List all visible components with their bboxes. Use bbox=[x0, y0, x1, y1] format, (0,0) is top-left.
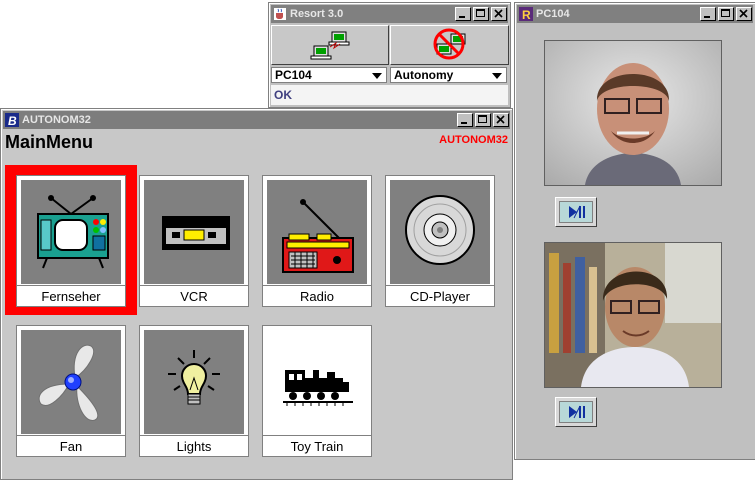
chevron-down-icon bbox=[492, 73, 502, 79]
maximize-button[interactable] bbox=[718, 7, 734, 21]
tile-vcr[interactable]: VCR bbox=[139, 175, 249, 307]
r-app-icon: R bbox=[519, 7, 533, 21]
radio-icon bbox=[267, 180, 367, 284]
java-cup-icon bbox=[273, 7, 287, 21]
tile-label: VCR bbox=[180, 289, 208, 304]
page-title: MainMenu bbox=[5, 132, 93, 152]
play-pause-button-1[interactable] bbox=[555, 197, 597, 227]
autonom-window: B AUTONOM32 MainMenu AUTONOM32 Fernseher… bbox=[0, 108, 513, 480]
window-title: PC104 bbox=[536, 8, 570, 20]
tile-label: Radio bbox=[300, 289, 334, 304]
vcr-icon bbox=[144, 180, 244, 284]
resort-titlebar[interactable]: Resort 3.0 bbox=[271, 5, 508, 23]
menu-header: MainMenu AUTONOM32 bbox=[3, 131, 510, 153]
play-pause-button-2[interactable] bbox=[555, 397, 597, 427]
maximize-button[interactable] bbox=[475, 113, 491, 127]
network-disconnect-icon bbox=[433, 28, 466, 60]
tile-cd-player[interactable]: CD-Player bbox=[385, 175, 495, 307]
close-button[interactable] bbox=[736, 7, 752, 21]
pc-select[interactable]: PC104 bbox=[271, 67, 387, 83]
tile-label: Fernseher bbox=[41, 289, 101, 304]
cd-icon bbox=[390, 180, 490, 284]
status-text: OK bbox=[271, 85, 508, 105]
minimize-button[interactable] bbox=[700, 7, 716, 21]
train-icon bbox=[267, 330, 367, 434]
tv-icon bbox=[21, 180, 121, 284]
fan-icon bbox=[21, 330, 121, 434]
app-tag: AUTONOM32 bbox=[439, 134, 508, 146]
tile-label: Toy Train bbox=[290, 439, 344, 454]
mode-select-value: Autonomy bbox=[394, 68, 454, 82]
connect-button[interactable] bbox=[271, 25, 389, 65]
mode-select[interactable]: Autonomy bbox=[390, 67, 507, 83]
lightbulb-icon bbox=[144, 330, 244, 434]
disconnect-button[interactable] bbox=[390, 25, 509, 65]
pc-select-value: PC104 bbox=[275, 68, 312, 82]
pc104-window: R PC104 bbox=[514, 2, 755, 460]
tile-fan[interactable]: Fan bbox=[16, 325, 126, 457]
pc104-titlebar[interactable]: R PC104 bbox=[517, 5, 753, 23]
maximize-button[interactable] bbox=[473, 7, 489, 21]
tile-toy-train[interactable]: Toy Train bbox=[262, 325, 372, 457]
minimize-button[interactable] bbox=[457, 113, 473, 127]
close-button[interactable] bbox=[493, 113, 509, 127]
play-pause-icon bbox=[559, 401, 593, 423]
video-feed-1 bbox=[544, 40, 722, 186]
network-connect-icon bbox=[310, 31, 350, 60]
tile-label: Lights bbox=[176, 439, 212, 454]
resort-window: Resort 3.0 PC104 Autonomy OK bbox=[268, 2, 511, 108]
video-feed-2 bbox=[544, 242, 722, 388]
chevron-down-icon bbox=[372, 73, 382, 79]
play-pause-icon bbox=[559, 201, 593, 223]
minimize-button[interactable] bbox=[455, 7, 471, 21]
window-title: Resort 3.0 bbox=[290, 8, 344, 20]
tile-radio[interactable]: Radio bbox=[262, 175, 372, 307]
autonom-titlebar[interactable]: B AUTONOM32 bbox=[3, 111, 510, 129]
window-title: AUTONOM32 bbox=[22, 114, 91, 126]
close-button[interactable] bbox=[491, 7, 507, 21]
tile-fernseher[interactable]: Fernseher bbox=[16, 175, 126, 307]
tile-label: CD-Player bbox=[410, 289, 470, 304]
tile-lights[interactable]: Lights bbox=[139, 325, 249, 457]
tile-label: Fan bbox=[59, 439, 83, 454]
svg-text:B: B bbox=[8, 114, 17, 127]
svg-text:R: R bbox=[522, 8, 531, 21]
b-app-icon: B bbox=[5, 113, 19, 127]
